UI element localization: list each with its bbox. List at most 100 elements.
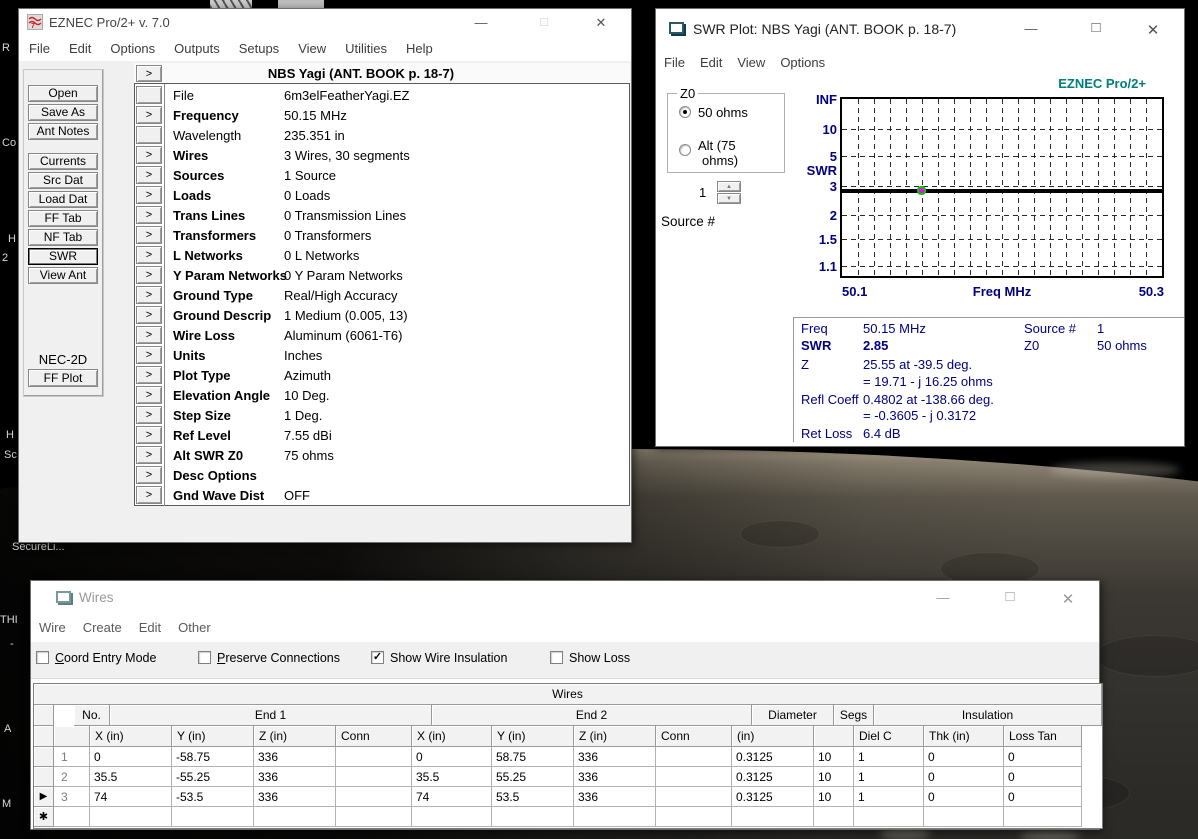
row-expand-button-frequency[interactable]: > [136, 106, 162, 124]
wires-cell[interactable]: 0 [924, 787, 1004, 807]
wires-cell[interactable] [54, 807, 90, 827]
wires-cell[interactable]: 0 [1004, 787, 1082, 807]
wires-titlebar[interactable]: Wires — □ ✕ [31, 581, 1099, 613]
menu-item-options[interactable]: Options [110, 41, 155, 56]
wires-cell[interactable] [854, 807, 924, 827]
spinner-up-button[interactable]: ▲ [717, 181, 741, 192]
wires-new-row-selector[interactable]: ✱ [34, 807, 54, 827]
sidebar-button-save-as[interactable]: Save As [28, 104, 98, 121]
row-expand-button-desc-options[interactable]: > [136, 466, 162, 484]
swr-titlebar[interactable]: SWR Plot: NBS Yagi (ANT. BOOK p. 18-7) —… [656, 9, 1184, 49]
maximize-icon[interactable]: □ [1081, 19, 1111, 36]
minimize-icon[interactable]: — [466, 15, 496, 30]
wires-cell[interactable] [814, 807, 854, 827]
sidebar-button-open[interactable]: Open [28, 85, 98, 102]
row-expand-button-sources[interactable]: > [136, 166, 162, 184]
row-expand-button-gnd-wave-dist[interactable]: > [136, 486, 162, 504]
wires-cell[interactable] [336, 807, 412, 827]
menu-item-file[interactable]: File [29, 41, 50, 56]
row-expand-button-trans-lines[interactable]: > [136, 206, 162, 224]
wires-cell[interactable]: 0.3125 [732, 747, 814, 767]
wires-cell[interactable] [574, 807, 656, 827]
row-expand-button-ref-level[interactable]: > [136, 426, 162, 444]
menu-item-create[interactable]: Create [83, 620, 122, 635]
wires-cell[interactable] [336, 787, 412, 807]
wires-cell[interactable]: 74 [90, 787, 172, 807]
menu-item-utilities[interactable]: Utilities [345, 41, 387, 56]
wires-cell[interactable] [1004, 807, 1082, 827]
wires-row-selector[interactable]: ▶ [34, 787, 54, 807]
wires-row-selector[interactable] [34, 747, 54, 767]
menu-item-options[interactable]: Options [780, 55, 825, 70]
wires-cell[interactable]: 1 [854, 767, 924, 787]
sidebar-button-currents[interactable]: Currents [28, 153, 98, 170]
menu-item-wire[interactable]: Wire [39, 620, 66, 635]
wires-cell[interactable] [924, 807, 1004, 827]
maximize-icon[interactable]: □ [995, 588, 1025, 605]
row-expand-button-wires[interactable]: > [136, 146, 162, 164]
wires-cell[interactable]: 0 [924, 767, 1004, 787]
row-expand-button-units[interactable]: > [136, 346, 162, 364]
wires-cell[interactable] [90, 807, 172, 827]
main-titlebar[interactable]: 7 EZNEC Pro/2+ v. 7.0 — □ ✕ [19, 9, 631, 35]
row-expand-button-transformers[interactable]: > [136, 226, 162, 244]
minimize-icon[interactable]: — [1016, 21, 1046, 36]
desktop-icon-label[interactable]: H [8, 233, 16, 245]
maximize-icon[interactable]: □ [529, 14, 559, 29]
wires-cell[interactable]: 336 [254, 787, 336, 807]
wires-cell[interactable]: 0 [924, 747, 1004, 767]
row-expand-button-elevation-angle[interactable]: > [136, 386, 162, 404]
menu-item-edit[interactable]: Edit [139, 620, 161, 635]
wires-cell[interactable] [336, 747, 412, 767]
wires-cell[interactable]: 0 [90, 747, 172, 767]
wires-cell[interactable] [656, 807, 732, 827]
spinner-down-button[interactable]: ▼ [717, 193, 741, 204]
wires-cell[interactable]: 55.25 [492, 767, 574, 787]
checkbox-preserve-connections[interactable] [198, 651, 211, 664]
wires-cell[interactable]: -53.5 [172, 787, 254, 807]
wires-cell[interactable]: 1 [854, 747, 924, 767]
wires-cell[interactable]: 0.3125 [732, 767, 814, 787]
row-expand-button-loads[interactable]: > [136, 186, 162, 204]
wires-cell[interactable] [492, 807, 574, 827]
minimize-icon[interactable]: — [928, 590, 958, 605]
close-icon[interactable]: ✕ [1053, 590, 1083, 608]
wires-cell[interactable]: 336 [574, 767, 656, 787]
wires-cell[interactable] [656, 747, 732, 767]
close-icon[interactable]: ✕ [1138, 21, 1168, 39]
menu-item-edit[interactable]: Edit [69, 41, 91, 56]
wires-cell[interactable]: 53.5 [492, 787, 574, 807]
wires-cell[interactable]: 74 [412, 787, 492, 807]
z0-50ohm-radio[interactable] [679, 106, 691, 118]
desktop-icon-label[interactable]: R [2, 42, 10, 54]
wires-cell[interactable] [336, 767, 412, 787]
wires-cell[interactable]: 10 [814, 747, 854, 767]
menu-item-file[interactable]: File [664, 55, 685, 70]
desktop-icon-label[interactable]: Sc [4, 449, 17, 461]
row-expand-button-alt-swr-z0[interactable]: > [136, 446, 162, 464]
row-expand-button-plot-type[interactable]: > [136, 366, 162, 384]
desktop-icon-label[interactable]: H [6, 429, 14, 441]
sidebar-button-swr[interactable]: SWR [28, 248, 98, 265]
menu-item-setups[interactable]: Setups [239, 41, 279, 56]
wires-cell[interactable]: 0 [412, 747, 492, 767]
desktop-icon-label[interactable]: A [4, 723, 11, 735]
desktop-icon-label[interactable]: Co [2, 137, 16, 149]
wires-cell[interactable]: -55.25 [172, 767, 254, 787]
wires-cell[interactable]: -58.75 [172, 747, 254, 767]
sidebar-button-nf-tab[interactable]: NF Tab [28, 229, 98, 246]
wires-cell[interactable]: 0 [1004, 747, 1082, 767]
row-expand-button-l-networks[interactable]: > [136, 246, 162, 264]
wires-cell[interactable]: 35.5 [90, 767, 172, 787]
desktop-icon-label[interactable]: 2 [2, 252, 8, 264]
sidebar-button-ff-tab[interactable]: FF Tab [28, 210, 98, 227]
wires-cell[interactable] [172, 807, 254, 827]
menu-item-help[interactable]: Help [406, 41, 433, 56]
menu-item-edit[interactable]: Edit [700, 55, 722, 70]
sidebar-button-view-ant[interactable]: View Ant [28, 267, 98, 284]
z0-alt75-radio[interactable] [679, 144, 691, 156]
checkbox-show-loss[interactable] [550, 651, 563, 664]
row-expand-button-y-param-networks[interactable]: > [136, 266, 162, 284]
menu-item-outputs[interactable]: Outputs [174, 41, 220, 56]
wires-cell[interactable]: 10 [814, 787, 854, 807]
